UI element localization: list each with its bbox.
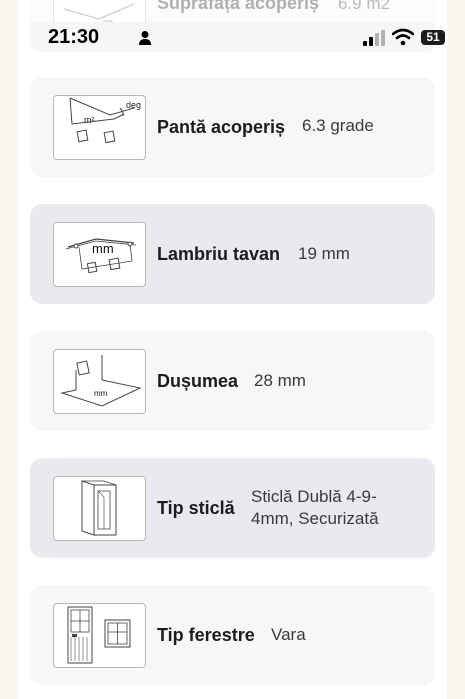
battery-icon: 51 — [421, 30, 445, 45]
list-item-roof-slope[interactable]: deg m² Pantă acoperiș 6.3 grade — [30, 77, 435, 177]
item-value: 6.3 grade — [302, 116, 374, 135]
svg-text:mm: mm — [92, 241, 114, 256]
glass-type-icon — [53, 476, 146, 541]
item-value: 28 mm — [254, 371, 306, 390]
item-label: Dușumea — [157, 371, 239, 391]
list-item-floor[interactable]: mm Dușumea 28 mm — [30, 331, 435, 431]
item-label: Tip ferestre — [157, 625, 255, 645]
ceiling-panel-icon: mm — [53, 222, 146, 287]
roof-slope-icon: deg m² — [53, 95, 146, 160]
item-value: Vara — [271, 625, 306, 644]
item-label: Pantă acoperiș — [157, 117, 286, 137]
cellular-signal-icon — [363, 30, 385, 46]
floor-icon: mm — [53, 349, 146, 414]
item-value: 19 mm — [298, 244, 350, 263]
svg-text:m²: m² — [84, 115, 95, 125]
svg-text:deg: deg — [126, 100, 141, 110]
item-value: Sticlă Dublă 4-9-4mm, Securizată — [251, 487, 379, 528]
list-item-ceiling-panel[interactable]: mm Lambriu tavan 19 mm — [30, 204, 435, 304]
status-bar: 21:30 51 — [30, 22, 445, 52]
window-type-icon — [53, 603, 146, 668]
item-value: 6.9 m2 — [338, 0, 390, 13]
item-label: Tip sticlă — [157, 498, 235, 518]
person-icon — [139, 31, 151, 45]
list-item-glass-type[interactable]: Tip sticlă Sticlă Dublă 4-9-4mm, Securiz… — [30, 458, 435, 558]
item-label: Suprafață acoperiș — [157, 0, 320, 13]
svg-text:mm: mm — [94, 389, 108, 398]
list-item-window-type[interactable]: Tip ferestre Vara — [30, 585, 435, 685]
status-time: 21:30 — [48, 26, 100, 48]
wifi-icon — [392, 28, 414, 46]
item-label: Lambriu tavan — [157, 244, 281, 264]
